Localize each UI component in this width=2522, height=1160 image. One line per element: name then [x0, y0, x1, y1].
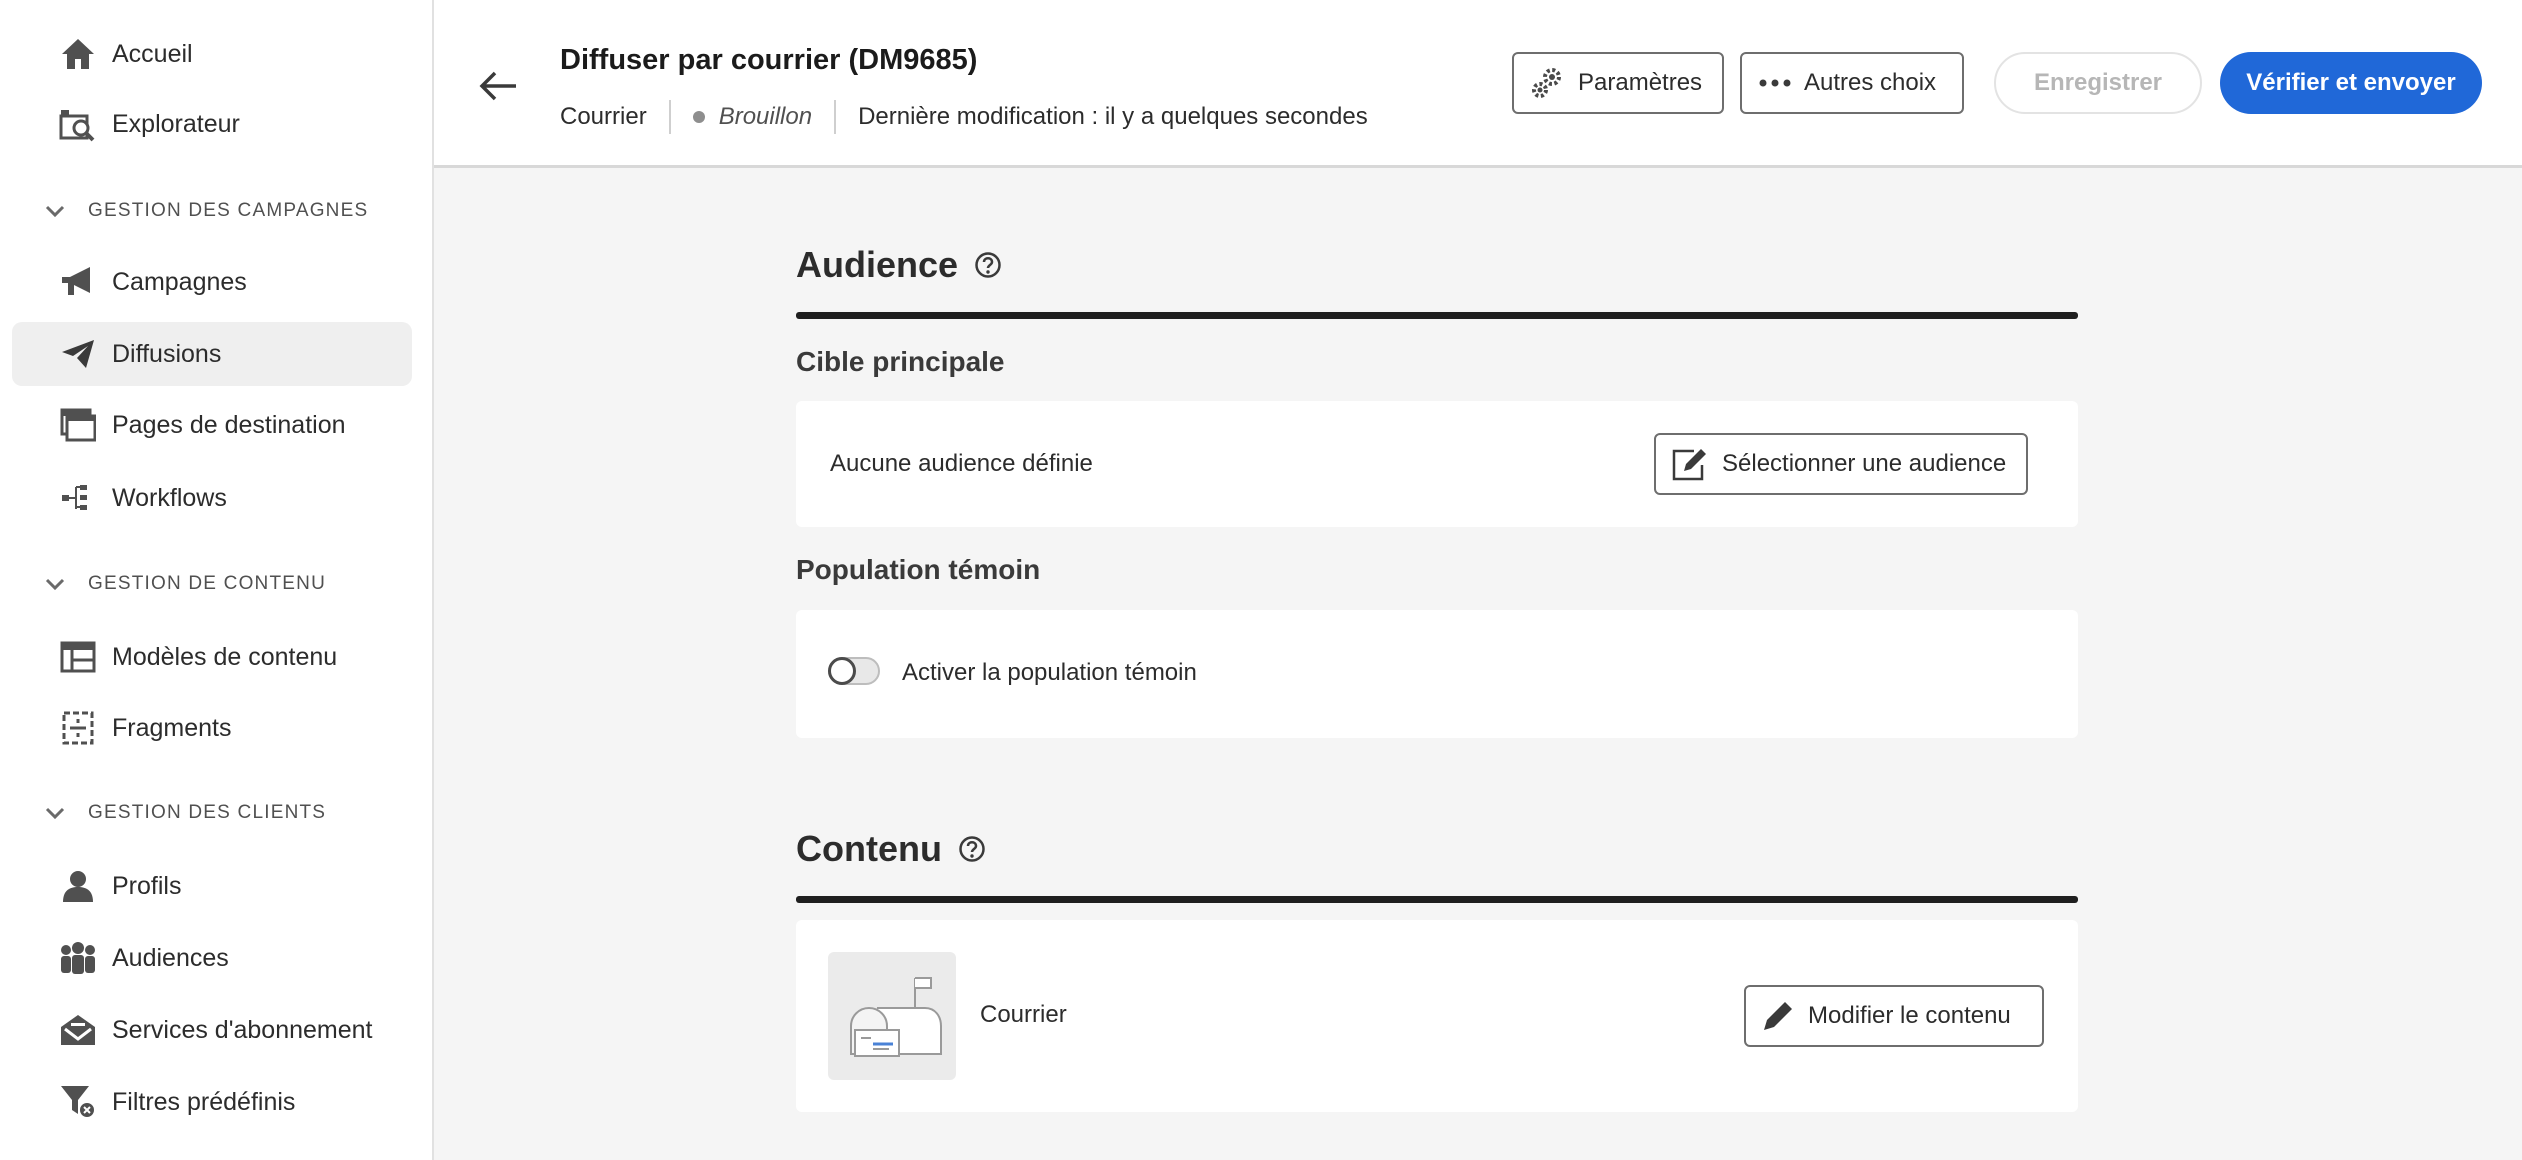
- fragment-icon: [58, 708, 98, 748]
- back-button[interactable]: [474, 62, 522, 110]
- mailbox-icon: [850, 977, 942, 1057]
- megaphone-icon: [58, 262, 98, 302]
- chevron-down-icon: [45, 578, 65, 591]
- select-audience-label: Sélectionner une audience: [1722, 450, 2007, 477]
- help-icon[interactable]: [974, 251, 1002, 279]
- control-group-card: Activer la population témoin: [796, 610, 2078, 738]
- sidebar-item-label: Workflows: [112, 483, 227, 512]
- sidebar-item-audiences[interactable]: Audiences: [12, 926, 412, 990]
- section-label: GESTION DES CLIENTS: [88, 802, 327, 823]
- sidebar-item-label: Diffusions: [112, 339, 222, 368]
- explorer-icon: [58, 104, 98, 144]
- settings-label: Paramètres: [1578, 69, 1703, 96]
- sidebar-item-label: Profils: [112, 871, 182, 900]
- control-group-toggle[interactable]: [828, 657, 880, 685]
- divider: [668, 100, 671, 134]
- sidebar-item-label: Modèles de contenu: [112, 642, 338, 671]
- content-section-title: Contenu: [796, 828, 986, 870]
- review-and-send-button[interactable]: Vérifier et envoyer: [2220, 52, 2482, 114]
- control-group-title: Population témoin: [796, 554, 1041, 585]
- sidebar-item-explorateur[interactable]: Explorateur: [12, 92, 412, 156]
- sidebar-item-services-abonnement[interactable]: Services d'abonnement: [12, 998, 412, 1062]
- chevron-down-icon: [45, 205, 65, 218]
- sidebar-item-diffusions[interactable]: Diffusions: [12, 322, 412, 386]
- filter-icon: [58, 1082, 98, 1122]
- save-button[interactable]: Enregistrer: [1994, 52, 2202, 114]
- control-group-toggle-label: Activer la population témoin: [902, 659, 1197, 686]
- section-label: GESTION DE CONTENU: [88, 573, 327, 594]
- sidebar-item-label: Filtres prédéfinis: [112, 1087, 296, 1116]
- chevron-down-icon: [45, 807, 65, 820]
- landing-page-icon: [58, 405, 98, 445]
- template-icon: [58, 637, 98, 677]
- section-divider: [796, 312, 2078, 319]
- sidebar-item-label: Campagnes: [112, 267, 247, 296]
- page-title: Diffuser par courrier (DM9685): [560, 44, 978, 76]
- subscription-icon: [58, 1010, 98, 1050]
- channel-label: Courrier: [560, 103, 647, 130]
- no-audience-text: Aucune audience définie: [830, 450, 1093, 477]
- pencil-icon: [1762, 1000, 1794, 1032]
- section-divider: [796, 896, 2078, 903]
- sidebar-item-profils[interactable]: Profils: [12, 854, 412, 918]
- help-icon[interactable]: [958, 835, 986, 863]
- home-icon: [58, 34, 98, 74]
- audience-section-title: Audience: [796, 244, 1002, 286]
- sidebar-item-label: Accueil: [112, 39, 193, 68]
- more-actions-button[interactable]: Autres choix: [1740, 52, 1964, 114]
- audience-title: Audience: [796, 244, 959, 285]
- sidebar-item-label: Services d'abonnement: [112, 1015, 373, 1044]
- sidebar-item-modeles-contenu[interactable]: Modèles de contenu: [12, 625, 412, 689]
- sidebar: Accueil Explorateur GESTION DES CAMPAGNE…: [0, 0, 434, 1160]
- sidebar-item-fragments[interactable]: Fragments: [12, 696, 412, 760]
- settings-button[interactable]: Paramètres: [1512, 52, 1724, 114]
- main-target-card: Aucune audience définie Sélectionner une…: [796, 401, 2078, 527]
- edit-content-label: Modifier le contenu: [1808, 1002, 2011, 1029]
- sidebar-item-accueil[interactable]: Accueil: [12, 22, 412, 86]
- edit-box-icon: [1672, 447, 1708, 481]
- section-toggle-clients[interactable]: GESTION DES CLIENTS: [44, 798, 326, 828]
- audiences-icon: [58, 938, 98, 978]
- section-toggle-contenu[interactable]: GESTION DE CONTENU: [44, 569, 326, 599]
- sidebar-item-filtres-predefinis[interactable]: Filtres prédéfinis: [12, 1070, 412, 1134]
- sidebar-item-label: Audiences: [112, 943, 229, 972]
- main-target-title: Cible principale: [796, 346, 1005, 377]
- send-icon: [58, 334, 98, 374]
- sidebar-item-label: Explorateur: [112, 109, 240, 138]
- divider: [834, 100, 837, 134]
- content-card: Courrier Modifier le contenu: [796, 920, 2078, 1112]
- status-badge: Brouillon: [718, 103, 813, 130]
- mail-thumbnail: [828, 952, 956, 1080]
- sidebar-item-campagnes[interactable]: Campagnes: [12, 250, 412, 314]
- delivery-meta: Courrier Brouillon Dernière modification…: [560, 100, 1368, 134]
- more-actions-label: Autres choix: [1804, 69, 1937, 96]
- sidebar-item-label: Pages de destination: [112, 410, 346, 439]
- profile-icon: [58, 866, 98, 906]
- sidebar-item-pages-destination[interactable]: Pages de destination: [12, 393, 412, 457]
- section-label: GESTION DES CAMPAGNES: [88, 200, 369, 221]
- sidebar-item-label: Fragments: [112, 713, 232, 742]
- toggle-knob: [828, 657, 856, 685]
- content-title: Contenu: [796, 828, 942, 869]
- section-toggle-campagnes[interactable]: GESTION DES CAMPAGNES: [44, 196, 368, 226]
- content-item-label: Courrier: [980, 1001, 1067, 1028]
- edit-content-button[interactable]: Modifier le contenu: [1744, 985, 2044, 1047]
- last-modified-text: Dernière modification : il y a quelques …: [858, 103, 1368, 130]
- more-icon: [1758, 78, 1792, 88]
- page-header: Diffuser par courrier (DM9685) Courrier …: [434, 0, 2522, 168]
- arrow-left-icon: [479, 71, 516, 101]
- gears-icon: [1530, 65, 1566, 101]
- sidebar-item-workflows[interactable]: Workflows: [12, 466, 412, 530]
- select-audience-button[interactable]: Sélectionner une audience: [1654, 433, 2028, 495]
- workflow-icon: [58, 478, 98, 518]
- status-dot: [692, 111, 705, 123]
